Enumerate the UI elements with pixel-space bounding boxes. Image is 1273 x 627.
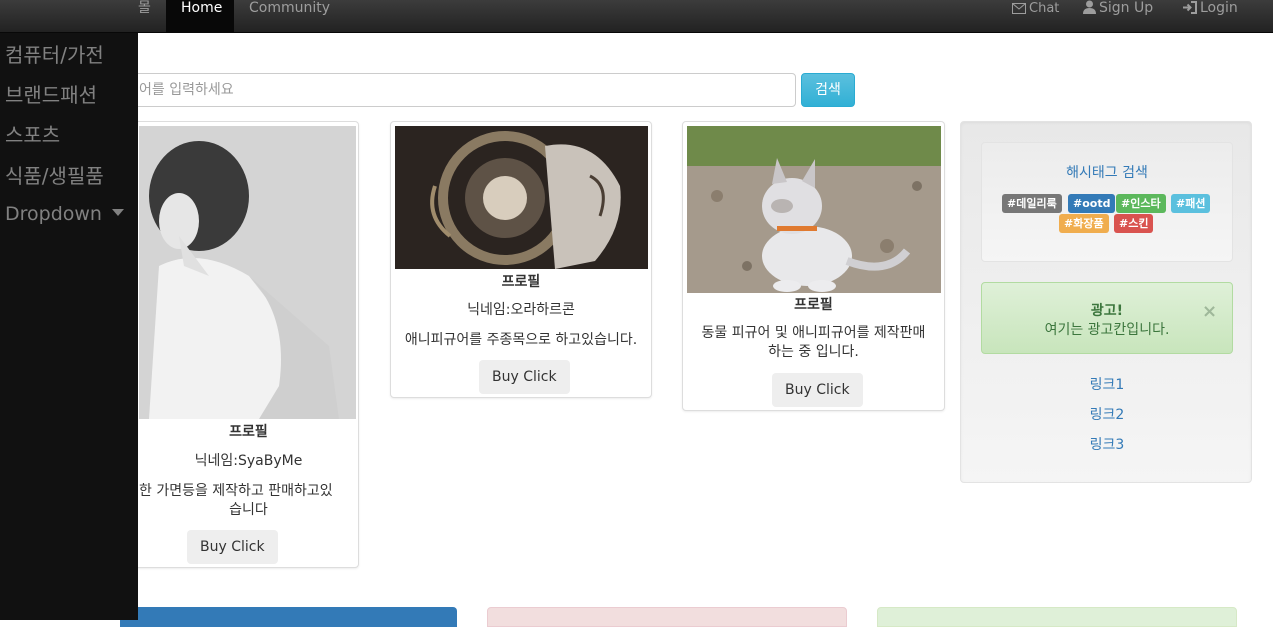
close-icon[interactable]: × bbox=[1202, 301, 1217, 322]
card-image-1 bbox=[139, 126, 356, 419]
sidebar-link-1[interactable]: 링크1 bbox=[961, 374, 1253, 394]
ad-title: 광고! bbox=[1090, 303, 1124, 319]
card-desc-3a: 동물 피규어 및 애니피규어를 제작판매 bbox=[701, 325, 926, 341]
hashtag-title[interactable]: 해시태그 검색 bbox=[982, 162, 1232, 182]
side-nav-dropdown[interactable]: Dropdown bbox=[5, 203, 124, 225]
nav-login-link[interactable]: Login bbox=[1183, 0, 1238, 33]
side-nav-dropdown-label: Dropdown bbox=[5, 203, 102, 225]
card-nickname-1: 닉네임:SyaByMe bbox=[194, 453, 303, 469]
nav-home-link[interactable]: Home bbox=[166, 0, 234, 33]
caret-down-icon bbox=[111, 209, 124, 216]
hashtag-box: 해시태그 검색 #데일리룩 #ootd #인스타 #패션 #화장품 #스킨 bbox=[981, 142, 1233, 262]
card-nickname-2: 닉네임:오라하르콘 bbox=[467, 302, 575, 318]
card-title-2: 프로필 bbox=[501, 274, 541, 290]
sidebar-link-3[interactable]: 링크3 bbox=[961, 434, 1253, 454]
top-navbar: 몰 Home Community Chat Sign Up Login bbox=[0, 0, 1273, 33]
profile-card-3: 프로필 동물 피규어 및 애니피규어를 제작판매 하는 중 입니다. Buy C… bbox=[682, 121, 945, 411]
profile-card-2: 프로필 닉네임:오라하르콘 애니피규어를 주종목으로 하고있습니다. Buy C… bbox=[390, 121, 652, 398]
nav-community-link[interactable]: Community bbox=[249, 0, 330, 33]
side-nav-item-electronics[interactable]: 컴퓨터/가전 bbox=[5, 39, 104, 68]
search-button[interactable]: 검색 bbox=[801, 73, 855, 107]
card-title-1: 프로필 bbox=[229, 424, 268, 440]
hashtag-tag[interactable]: #스킨 bbox=[1114, 214, 1154, 233]
bottom-panel-danger bbox=[487, 607, 847, 627]
card-desc-1b: 습니다 bbox=[229, 502, 268, 518]
hashtag-tag[interactable]: #인스타 bbox=[1116, 194, 1166, 213]
buy-button-1[interactable]: Buy Click bbox=[187, 530, 278, 564]
side-nav: 컴퓨터/가전 브랜드패션 스포츠 식품/생필품 Dropdown bbox=[0, 33, 138, 620]
hashtag-tag[interactable]: #패션 bbox=[1171, 194, 1211, 213]
envelope-icon bbox=[1012, 3, 1026, 14]
bottom-panel-primary bbox=[120, 607, 457, 627]
bottom-panel-success bbox=[877, 607, 1237, 627]
search-input[interactable]: 어를 입력하세요 bbox=[110, 73, 796, 107]
ad-text: 여기는 광고칸입니다. bbox=[1044, 322, 1170, 338]
card-desc-1a: 한 가면등을 제작하고 판매하고있 bbox=[139, 483, 333, 499]
card-image-2 bbox=[395, 126, 648, 269]
sidebar-link-2[interactable]: 링크2 bbox=[961, 404, 1253, 424]
ad-alert: 광고! 여기는 광고칸입니다. × bbox=[981, 282, 1233, 354]
card-title-3: 프로필 bbox=[794, 297, 833, 313]
card-desc-3b: 하는 중 입니다. bbox=[768, 344, 859, 360]
nav-signup-link[interactable]: Sign Up bbox=[1083, 0, 1153, 33]
card-image-3 bbox=[687, 126, 941, 293]
nav-signup-label: Sign Up bbox=[1099, 0, 1154, 16]
nav-brand-partial[interactable]: 몰 bbox=[138, 0, 151, 33]
user-icon bbox=[1083, 0, 1096, 14]
hashtag-tag[interactable]: #데일리룩 bbox=[1002, 194, 1062, 213]
right-panel: 해시태그 검색 #데일리룩 #ootd #인스타 #패션 #화장품 #스킨 광고… bbox=[960, 121, 1252, 483]
nav-chat-label: Chat bbox=[1029, 1, 1060, 16]
side-nav-item-brand-fashion[interactable]: 브랜드패션 bbox=[5, 79, 97, 108]
side-nav-item-food[interactable]: 식품/생필품 bbox=[5, 160, 104, 189]
nav-chat-link[interactable]: Chat bbox=[1012, 0, 1059, 33]
buy-button-2[interactable]: Buy Click bbox=[479, 360, 570, 394]
side-nav-item-sports[interactable]: 스포츠 bbox=[5, 119, 60, 148]
login-icon bbox=[1183, 1, 1197, 14]
card-desc-2: 애니피규어를 주종목으로 하고있습니다. bbox=[404, 332, 638, 348]
nav-login-label: Login bbox=[1200, 0, 1238, 16]
buy-button-3[interactable]: Buy Click bbox=[772, 373, 863, 407]
hashtag-tag[interactable]: #화장품 bbox=[1059, 214, 1109, 233]
hashtag-tag[interactable]: #ootd bbox=[1068, 194, 1116, 213]
